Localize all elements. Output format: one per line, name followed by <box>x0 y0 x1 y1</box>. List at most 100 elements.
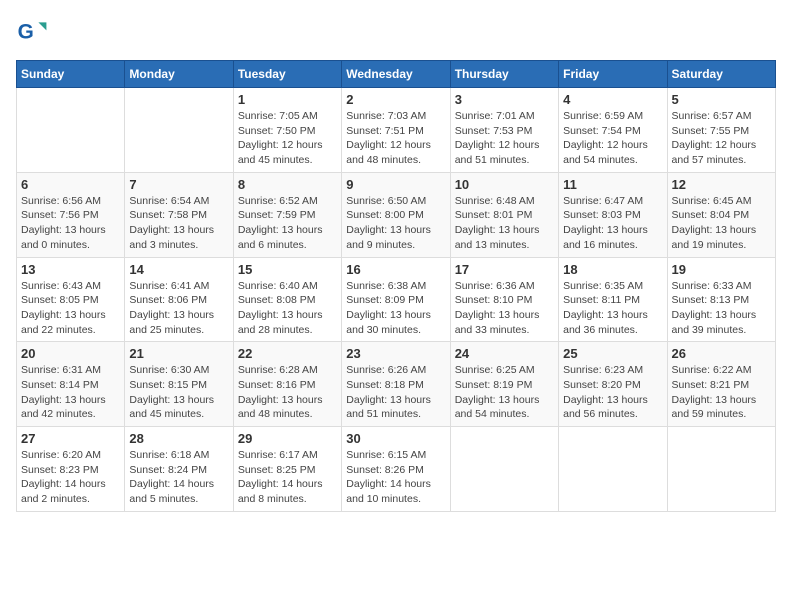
day-number: 9 <box>346 177 445 192</box>
calendar-cell: 2 Sunrise: 7:03 AM Sunset: 7:51 PM Daylig… <box>342 88 450 173</box>
calendar-cell <box>559 427 667 512</box>
day-number: 21 <box>129 346 228 361</box>
day-info: Sunrise: 6:43 AM Sunset: 8:05 PM Dayligh… <box>21 279 120 338</box>
day-number: 23 <box>346 346 445 361</box>
day-info: Sunrise: 6:36 AM Sunset: 8:10 PM Dayligh… <box>455 279 554 338</box>
day-info: Sunrise: 6:18 AM Sunset: 8:24 PM Dayligh… <box>129 448 228 507</box>
day-info: Sunrise: 6:26 AM Sunset: 8:18 PM Dayligh… <box>346 363 445 422</box>
day-number: 8 <box>238 177 337 192</box>
calendar-cell: 24 Sunrise: 6:25 AM Sunset: 8:19 PM Dayli… <box>450 342 558 427</box>
day-number: 29 <box>238 431 337 446</box>
day-of-week-header: Sunday <box>17 61 125 88</box>
calendar-cell: 23 Sunrise: 6:26 AM Sunset: 8:18 PM Dayli… <box>342 342 450 427</box>
day-info: Sunrise: 6:54 AM Sunset: 7:58 PM Dayligh… <box>129 194 228 253</box>
logo: G <box>16 16 52 48</box>
calendar-cell: 8 Sunrise: 6:52 AM Sunset: 7:59 PM Daylig… <box>233 172 341 257</box>
day-number: 1 <box>238 92 337 107</box>
calendar-cell: 7 Sunrise: 6:54 AM Sunset: 7:58 PM Daylig… <box>125 172 233 257</box>
day-of-week-header: Wednesday <box>342 61 450 88</box>
day-info: Sunrise: 6:33 AM Sunset: 8:13 PM Dayligh… <box>672 279 771 338</box>
day-info: Sunrise: 6:35 AM Sunset: 8:11 PM Dayligh… <box>563 279 662 338</box>
day-number: 13 <box>21 262 120 277</box>
calendar-cell: 4 Sunrise: 6:59 AM Sunset: 7:54 PM Daylig… <box>559 88 667 173</box>
calendar-cell: 13 Sunrise: 6:43 AM Sunset: 8:05 PM Dayli… <box>17 257 125 342</box>
day-info: Sunrise: 6:56 AM Sunset: 7:56 PM Dayligh… <box>21 194 120 253</box>
day-number: 6 <box>21 177 120 192</box>
day-of-week-header: Tuesday <box>233 61 341 88</box>
calendar-cell: 25Sunrise: 6:23 AM Sunset: 8:20 PM Dayli… <box>559 342 667 427</box>
calendar-cell: 29 Sunrise: 6:17 AM Sunset: 8:25 PM Dayli… <box>233 427 341 512</box>
calendar-cell: 15 Sunrise: 6:40 AM Sunset: 8:08 PM Dayli… <box>233 257 341 342</box>
day-number: 25 <box>563 346 662 361</box>
calendar-cell: 16Sunrise: 6:38 AM Sunset: 8:09 PM Dayli… <box>342 257 450 342</box>
calendar-cell: 12Sunrise: 6:45 AM Sunset: 8:04 PM Dayli… <box>667 172 775 257</box>
calendar-cell: 14 Sunrise: 6:41 AM Sunset: 8:06 PM Dayli… <box>125 257 233 342</box>
day-info: Sunrise: 6:17 AM Sunset: 8:25 PM Dayligh… <box>238 448 337 507</box>
day-number: 30 <box>346 431 445 446</box>
calendar-body: 1 Sunrise: 7:05 AM Sunset: 7:50 PM Daylig… <box>17 88 776 512</box>
calendar-cell: 5 Sunrise: 6:57 AM Sunset: 7:55 PM Daylig… <box>667 88 775 173</box>
day-of-week-header: Friday <box>559 61 667 88</box>
day-number: 22 <box>238 346 337 361</box>
day-number: 3 <box>455 92 554 107</box>
day-number: 4 <box>563 92 662 107</box>
day-info: Sunrise: 6:41 AM Sunset: 8:06 PM Dayligh… <box>129 279 228 338</box>
calendar-week-row: 20 Sunrise: 6:31 AM Sunset: 8:14 PM Dayli… <box>17 342 776 427</box>
calendar-cell: 21 Sunrise: 6:30 AM Sunset: 8:15 PM Dayli… <box>125 342 233 427</box>
day-of-week-header: Thursday <box>450 61 558 88</box>
page-header: G <box>16 16 776 48</box>
day-number: 11 <box>563 177 662 192</box>
day-number: 28 <box>129 431 228 446</box>
day-number: 7 <box>129 177 228 192</box>
calendar-cell <box>125 88 233 173</box>
calendar-week-row: 1 Sunrise: 7:05 AM Sunset: 7:50 PM Daylig… <box>17 88 776 173</box>
day-number: 12 <box>672 177 771 192</box>
day-info: Sunrise: 6:20 AM Sunset: 8:23 PM Dayligh… <box>21 448 120 507</box>
day-number: 19 <box>672 262 771 277</box>
day-number: 18 <box>563 262 662 277</box>
calendar-cell: 22 Sunrise: 6:28 AM Sunset: 8:16 PM Dayli… <box>233 342 341 427</box>
calendar-cell: 10 Sunrise: 6:48 AM Sunset: 8:01 PM Dayli… <box>450 172 558 257</box>
day-info: Sunrise: 6:28 AM Sunset: 8:16 PM Dayligh… <box>238 363 337 422</box>
day-info: Sunrise: 6:22 AM Sunset: 8:21 PM Dayligh… <box>672 363 771 422</box>
day-number: 2 <box>346 92 445 107</box>
calendar-week-row: 13 Sunrise: 6:43 AM Sunset: 8:05 PM Dayli… <box>17 257 776 342</box>
calendar-cell: 17 Sunrise: 6:36 AM Sunset: 8:10 PM Dayli… <box>450 257 558 342</box>
day-info: Sunrise: 6:57 AM Sunset: 7:55 PM Dayligh… <box>672 109 771 168</box>
calendar-cell <box>667 427 775 512</box>
svg-text:G: G <box>18 20 34 43</box>
calendar-cell: 20 Sunrise: 6:31 AM Sunset: 8:14 PM Dayli… <box>17 342 125 427</box>
day-info: Sunrise: 6:30 AM Sunset: 8:15 PM Dayligh… <box>129 363 228 422</box>
days-of-week-row: SundayMondayTuesdayWednesdayThursdayFrid… <box>17 61 776 88</box>
day-number: 27 <box>21 431 120 446</box>
day-info: Sunrise: 7:03 AM Sunset: 7:51 PM Dayligh… <box>346 109 445 168</box>
calendar-cell <box>450 427 558 512</box>
day-of-week-header: Monday <box>125 61 233 88</box>
day-info: Sunrise: 6:25 AM Sunset: 8:19 PM Dayligh… <box>455 363 554 422</box>
day-info: Sunrise: 7:01 AM Sunset: 7:53 PM Dayligh… <box>455 109 554 168</box>
day-info: Sunrise: 6:40 AM Sunset: 8:08 PM Dayligh… <box>238 279 337 338</box>
calendar-cell: 3 Sunrise: 7:01 AM Sunset: 7:53 PM Daylig… <box>450 88 558 173</box>
calendar-cell: 28 Sunrise: 6:18 AM Sunset: 8:24 PM Dayli… <box>125 427 233 512</box>
calendar-cell: 11Sunrise: 6:47 AM Sunset: 8:03 PM Dayli… <box>559 172 667 257</box>
calendar-header: SundayMondayTuesdayWednesdayThursdayFrid… <box>17 61 776 88</box>
day-info: Sunrise: 6:15 AM Sunset: 8:26 PM Dayligh… <box>346 448 445 507</box>
logo-icon: G <box>16 16 48 48</box>
day-info: Sunrise: 6:48 AM Sunset: 8:01 PM Dayligh… <box>455 194 554 253</box>
calendar-cell: 27 Sunrise: 6:20 AM Sunset: 8:23 PM Dayli… <box>17 427 125 512</box>
day-number: 17 <box>455 262 554 277</box>
day-number: 24 <box>455 346 554 361</box>
day-number: 5 <box>672 92 771 107</box>
day-number: 16 <box>346 262 445 277</box>
day-info: Sunrise: 6:59 AM Sunset: 7:54 PM Dayligh… <box>563 109 662 168</box>
day-number: 10 <box>455 177 554 192</box>
day-info: Sunrise: 7:05 AM Sunset: 7:50 PM Dayligh… <box>238 109 337 168</box>
day-number: 20 <box>21 346 120 361</box>
day-number: 14 <box>129 262 228 277</box>
day-info: Sunrise: 6:52 AM Sunset: 7:59 PM Dayligh… <box>238 194 337 253</box>
day-number: 15 <box>238 262 337 277</box>
calendar-table: SundayMondayTuesdayWednesdayThursdayFrid… <box>16 60 776 512</box>
day-info: Sunrise: 6:31 AM Sunset: 8:14 PM Dayligh… <box>21 363 120 422</box>
calendar-week-row: 27 Sunrise: 6:20 AM Sunset: 8:23 PM Dayli… <box>17 427 776 512</box>
calendar-cell: 9Sunrise: 6:50 AM Sunset: 8:00 PM Daylig… <box>342 172 450 257</box>
